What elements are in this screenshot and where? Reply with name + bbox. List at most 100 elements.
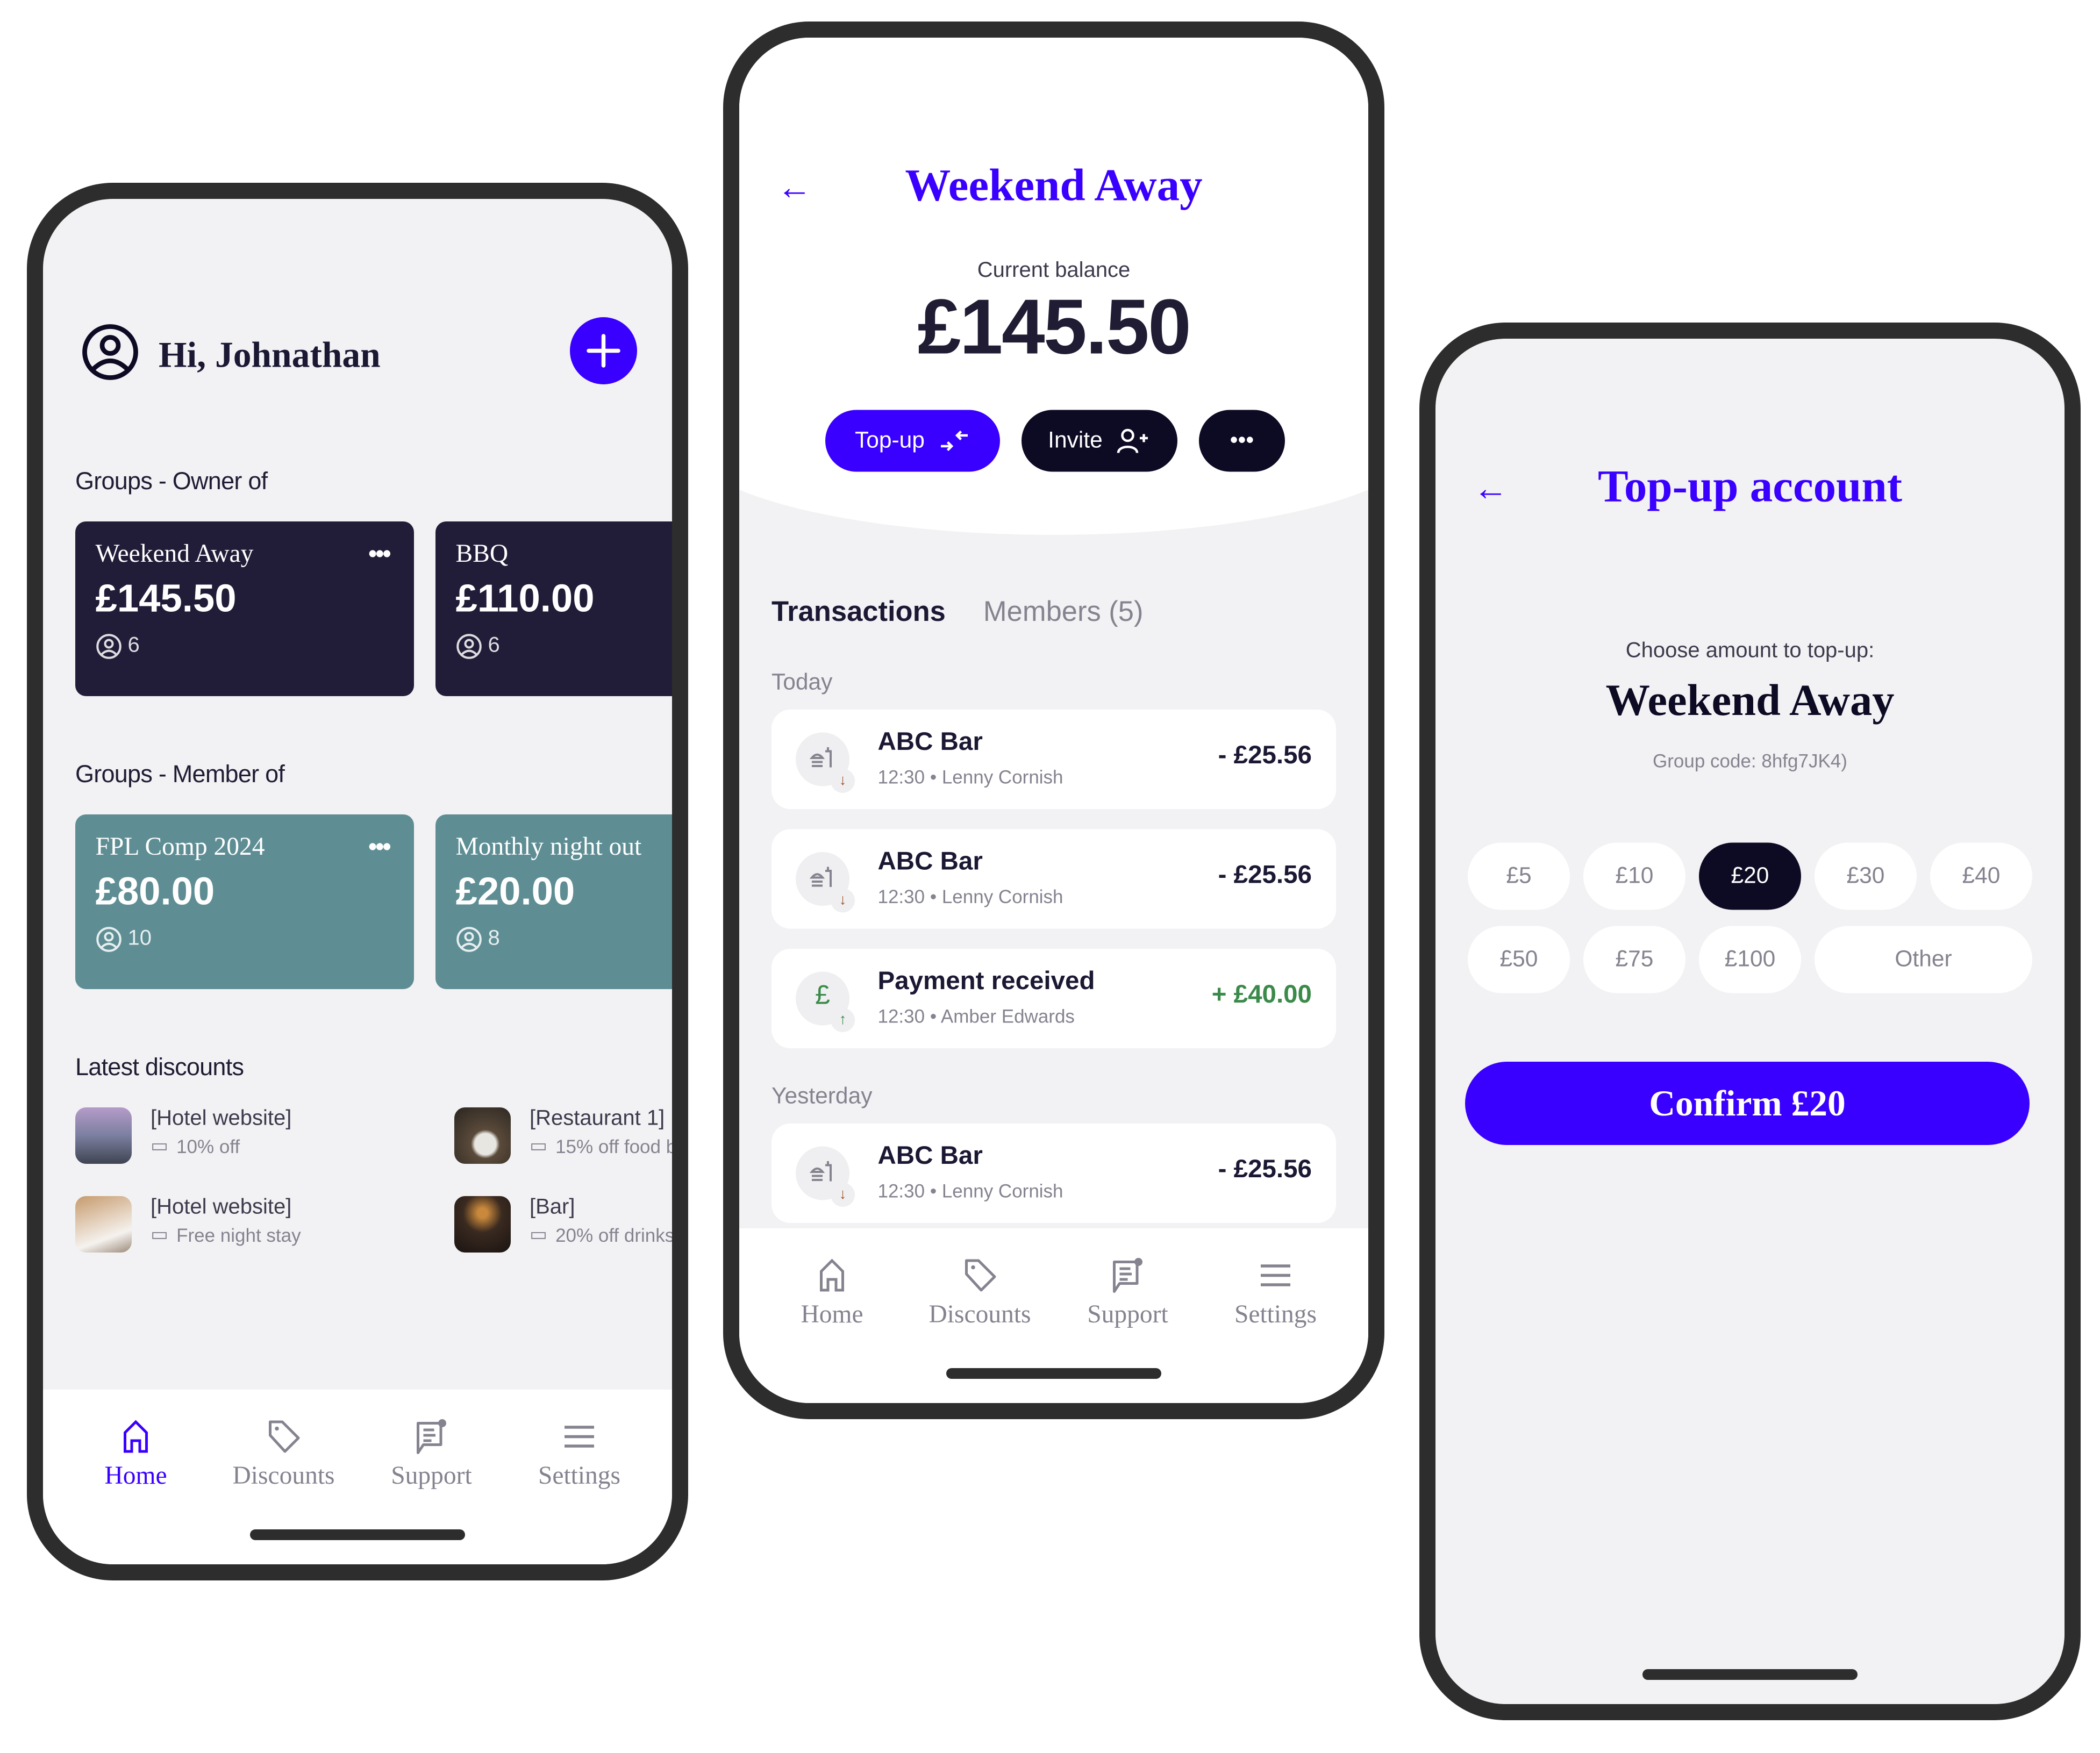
nav-home[interactable]: Home (765, 1228, 899, 1403)
amount-option[interactable]: £75 (1583, 926, 1685, 993)
menu-icon (565, 1426, 594, 1448)
nav-home[interactable]: Home (69, 1390, 203, 1564)
group-name: Weekend Away (1605, 677, 1895, 726)
home-icon (124, 1420, 148, 1453)
plus-icon (587, 334, 620, 368)
member-count: 6 (127, 634, 140, 657)
confirm-button[interactable]: Confirm £20 (1465, 1062, 2030, 1145)
member-groups-carousel[interactable]: FPL Comp 2024 ••• £80.00 10 Monthly nigh… (75, 814, 673, 989)
transaction-row[interactable]: ↓ ABC Bar 12:30 • Lenny Cornish - £25.56 (772, 710, 1336, 809)
more-options-icon[interactable]: ••• (368, 540, 391, 569)
amount-option-other[interactable]: Other (1815, 926, 2032, 993)
member-icon (456, 927, 482, 952)
group-code: Group code: 8hfg7JK4) (1653, 750, 1847, 771)
card-icon: ▭ (151, 1134, 169, 1156)
discount-offer: ▭ 20% off drinks (530, 1223, 675, 1246)
more-button[interactable]: ••• (1199, 410, 1285, 472)
tag-icon (965, 1259, 996, 1292)
transaction-row[interactable]: £ ↑ Payment received 12:30 • Amber Edward… (772, 949, 1336, 1048)
card-icon: ▭ (530, 1134, 548, 1156)
amount-options: £5 £10 £20 £30 £40 £50 £75 £100 Other (1468, 842, 2032, 993)
discount-title: [Bar] (530, 1196, 575, 1219)
discount-item[interactable]: [Hotel website] ▭ 10% off (75, 1107, 291, 1164)
tab-members[interactable]: Members (5) (983, 597, 1144, 629)
amount-option[interactable]: £100 (1699, 926, 1801, 993)
support-chat-icon (1113, 1258, 1142, 1293)
group-card[interactable]: Weekend Away ••• £145.50 6 (75, 521, 414, 696)
discount-title: [Hotel website] (151, 1196, 292, 1219)
transaction-row[interactable]: ↓ ABC Bar 12:30 • Lenny Cornish - £25.56 (772, 1124, 1336, 1223)
profile-icon[interactable] (81, 323, 140, 389)
tab-transactions[interactable]: Transactions (772, 597, 946, 629)
transaction-title: ABC Bar (877, 728, 983, 757)
group-amount: £80.00 (95, 871, 215, 914)
card-icon: ▭ (151, 1223, 169, 1244)
amount-option-selected[interactable]: £20 (1699, 842, 1801, 910)
group-amount: £110.00 (455, 578, 595, 621)
topup-label: Top-up (855, 427, 925, 453)
home-icon (820, 1258, 844, 1292)
transaction-row[interactable]: ↓ ABC Bar 12:30 • Lenny Cornish - £25.56 (772, 829, 1336, 929)
group-name: FPL Comp 2024 (95, 833, 265, 862)
add-group-button[interactable] (570, 317, 637, 384)
nav-label: Home (801, 1301, 863, 1329)
member-icon (456, 634, 482, 659)
discount-offer: ▭ 15% off food b (530, 1134, 677, 1157)
add-person-icon (1117, 428, 1148, 454)
discount-offer: ▭ 10% off (151, 1134, 240, 1157)
transfer-arrows-icon (940, 430, 968, 452)
home-indicator (1642, 1669, 1858, 1680)
transaction-amount: + £40.00 (1211, 981, 1312, 1010)
group-card[interactable]: BBQ £110.00 6 (435, 521, 673, 696)
transaction-amount: - £25.56 (1218, 742, 1312, 770)
more-options-icon[interactable]: ••• (368, 833, 391, 862)
greeting-header: Hi, Johnathan (81, 323, 381, 389)
discount-offer: ▭ Free night stay (151, 1223, 301, 1246)
amount-option[interactable]: £5 (1468, 842, 1570, 910)
nav-settings[interactable]: Settings (1209, 1228, 1343, 1403)
invite-label: Invite (1048, 427, 1103, 453)
topup-button[interactable]: Top-up (825, 410, 1000, 472)
group-card[interactable]: Monthly night out £20.00 8 (435, 814, 673, 989)
page-title: Top-up account (1597, 462, 1903, 512)
nav-label: Settings (538, 1462, 621, 1491)
owner-groups-carousel[interactable]: Weekend Away ••• £145.50 6 BBQ £110.00 6 (75, 521, 673, 696)
group-members: 8 (456, 926, 673, 953)
group-members: 6 (96, 633, 394, 660)
amount-option[interactable]: £30 (1815, 842, 1917, 910)
amount-option[interactable]: £50 (1468, 926, 1570, 993)
action-buttons: Top-up Invite ••• (825, 410, 1285, 472)
group-amount: £145.50 (95, 578, 237, 621)
discount-title: [Restaurant 1] (530, 1107, 665, 1130)
member-icon (96, 634, 122, 659)
up-arrow-icon: ↑ (831, 1008, 855, 1032)
nav-label: Settings (1234, 1301, 1317, 1329)
balance-label: Current balance (977, 259, 1131, 283)
invite-button[interactable]: Invite (1022, 410, 1177, 472)
more-icon: ••• (1230, 427, 1254, 453)
owner-section-title: Groups - Owner of (75, 468, 268, 495)
discount-thumbnail (75, 1107, 132, 1164)
group-members: 6 (456, 633, 673, 660)
group-name: Monthly night out (455, 833, 642, 862)
discount-item[interactable]: [Restaurant 1] ▭ 15% off food b (454, 1107, 677, 1164)
nav-label: Discounts (928, 1301, 1031, 1329)
group-detail-screen: ← Weekend Away Current balance £145.50 T… (723, 22, 1384, 1419)
topup-prompt: Choose amount to top-up: (1625, 640, 1875, 663)
nav-label: Home (104, 1462, 167, 1491)
food-icon: ↓ (796, 732, 855, 793)
transaction-title: ABC Bar (877, 848, 983, 877)
transaction-meta: 12:30 • Lenny Cornish (877, 766, 1063, 788)
home-indicator (250, 1529, 465, 1540)
discount-thumbnail (75, 1196, 132, 1253)
discount-item[interactable]: [Bar] ▭ 20% off drinks (454, 1196, 675, 1253)
group-members: 10 (96, 926, 394, 953)
group-card[interactable]: FPL Comp 2024 ••• £80.00 10 (75, 814, 414, 989)
nav-settings[interactable]: Settings (512, 1390, 647, 1564)
balance-amount: £145.50 (917, 283, 1191, 371)
discount-item[interactable]: [Hotel website] ▭ Free night stay (75, 1196, 301, 1253)
amount-option[interactable]: £10 (1583, 842, 1685, 910)
nav-label: Support (391, 1462, 472, 1491)
amount-option[interactable]: £40 (1930, 842, 2032, 910)
home-screen: Hi, Johnathan Groups - Owner of Weekend … (27, 183, 688, 1580)
